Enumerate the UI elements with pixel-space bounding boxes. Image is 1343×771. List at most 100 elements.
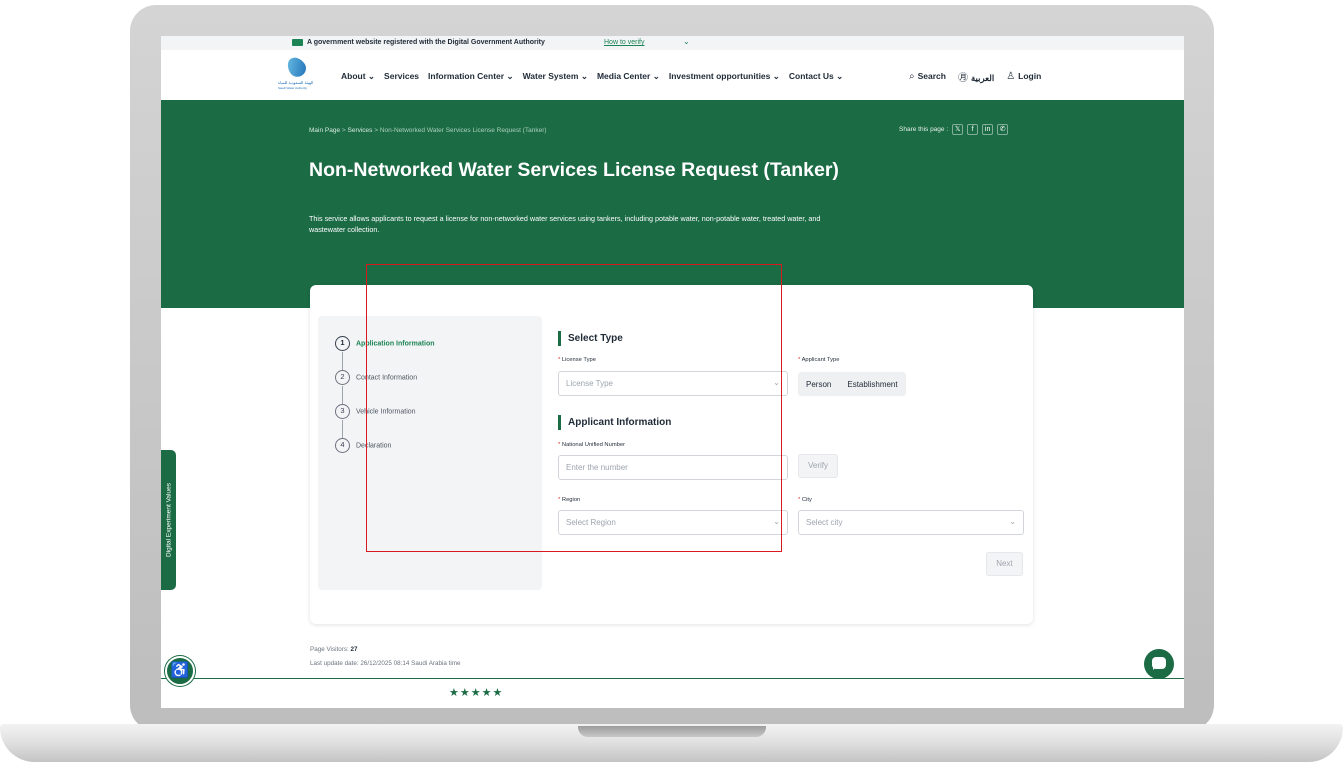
how-to-verify-link[interactable]: How to verify xyxy=(604,39,644,46)
step-contact-information[interactable]: 2 Contact Information xyxy=(335,370,417,385)
chevron-down-icon: ⌄ xyxy=(506,71,514,81)
user-icon: ♙ xyxy=(1006,71,1016,82)
license-type-placeholder: License Type xyxy=(566,379,613,388)
step-number: 2 xyxy=(335,370,350,385)
saudi-flag-icon xyxy=(292,39,303,46)
logo-arabic-text: الهيئة السعودية للمياه xyxy=(278,80,314,85)
page-visitors: Page Visitors: 27 xyxy=(310,643,461,657)
applicant-type-establishment[interactable]: Establishment xyxy=(839,380,905,389)
nav-contact-us[interactable]: Contact Us ⌄ xyxy=(789,71,843,82)
translate-icon: ㊊ xyxy=(957,73,968,84)
chevron-down-icon: ⌄ xyxy=(652,71,660,81)
nav-water-system[interactable]: Water System ⌄ xyxy=(523,71,588,82)
header-actions: ⌕ Search ㊊ العربية ♙ Login xyxy=(909,69,1041,84)
step-vehicle-information[interactable]: 3 Vehicle Information xyxy=(335,404,416,419)
saudi-water-authority-logo[interactable]: الهيئة السعودية للمياه Saudi Water Autho… xyxy=(276,53,316,93)
breadcrumb-home[interactable]: Main Page xyxy=(309,127,340,134)
service-form-card: 1 Application Information 2 Contact Inform… xyxy=(310,285,1033,624)
city-select[interactable]: Select city ⌄ xyxy=(798,510,1024,535)
nav-contact-us-label: Contact Us xyxy=(788,71,834,81)
required-mark: * xyxy=(798,497,801,503)
step-label: Declaration xyxy=(356,442,392,450)
search-button[interactable]: ⌕ Search xyxy=(909,71,946,82)
facebook-icon[interactable]: f xyxy=(967,124,979,135)
step-declaration[interactable]: 4 Declaration xyxy=(335,438,391,453)
chevron-down-icon: ⌄ xyxy=(772,71,780,81)
chevron-down-icon: ⌄ xyxy=(773,517,780,526)
required-mark: * xyxy=(558,497,561,503)
search-icon: ⌕ xyxy=(909,71,915,82)
breadcrumb-services[interactable]: Services xyxy=(348,127,373,134)
chevron-down-icon: ⌄ xyxy=(836,71,844,81)
page-title: Non-Networked Water Services License Req… xyxy=(309,159,839,181)
accessibility-icon[interactable]: ♿ xyxy=(165,656,195,686)
last-update-date: Last update date: 26/12/2025 08:14 Saudi… xyxy=(310,660,461,667)
whatsapp-icon[interactable]: ✆ xyxy=(997,124,1009,135)
laptop-mockup: A government website registered with the… xyxy=(0,0,1343,771)
language-label: العربية xyxy=(970,73,995,83)
page-hero: Main Page > Services > Non-Networked Wat… xyxy=(161,100,1184,308)
login-button[interactable]: ♙ Login xyxy=(1006,71,1041,82)
nav-services-label: Services xyxy=(384,71,420,81)
breadcrumb: Main Page > Services > Non-Networked Wat… xyxy=(309,127,547,134)
applicant-type-label-text: Applicant Type xyxy=(801,357,840,363)
nav-about[interactable]: About ⌄ xyxy=(341,71,375,82)
national-number-label: * National Unified Number xyxy=(558,442,625,448)
step-label: Application Information xyxy=(356,340,435,348)
chat-icon[interactable] xyxy=(1144,649,1174,679)
nav-investment-opportunities[interactable]: Investment opportunities ⌄ xyxy=(669,71,780,82)
chat-bubble-tail xyxy=(1153,667,1156,670)
national-number-label-text: National Unified Number xyxy=(561,442,626,448)
nav-water-system-label: Water System xyxy=(522,71,579,81)
license-type-label: * License Type xyxy=(558,357,596,363)
nav-services[interactable]: Services xyxy=(384,71,419,82)
page-footer-info: Page Visitors: 27 Last update date: 26/1… xyxy=(310,643,461,671)
applicant-type-person[interactable]: Person xyxy=(798,380,839,389)
water-drop-icon xyxy=(283,53,310,81)
share-bar: Share this page : 𝕏 f in ✆ xyxy=(899,124,1009,135)
step-label: Contact Information xyxy=(356,374,418,382)
step-number: 1 xyxy=(335,336,350,351)
license-type-label-text: License Type xyxy=(561,357,596,363)
national-number-placeholder: Enter the number xyxy=(566,463,628,472)
application-form: Select Type * License Type License Type … xyxy=(558,285,1033,624)
rating-stars[interactable]: ★★★★★ xyxy=(449,686,503,699)
page-description: This service allows applicants to reques… xyxy=(309,214,821,234)
verify-button[interactable]: Verify xyxy=(798,454,838,478)
nav-about-label: About xyxy=(341,71,366,81)
required-mark: * xyxy=(558,442,561,448)
search-label: Search xyxy=(917,71,946,81)
chevron-down-icon: ⌄ xyxy=(367,71,376,81)
national-number-input[interactable]: Enter the number xyxy=(558,455,788,480)
browser-screen: A government website registered with the… xyxy=(161,36,1184,708)
region-placeholder: Select Region xyxy=(566,518,616,527)
x-icon[interactable]: 𝕏 xyxy=(952,124,964,135)
gov-banner-text: A government website registered with the… xyxy=(307,39,545,46)
applicant-information-heading: Applicant Information xyxy=(558,415,671,430)
chevron-down-icon: ⌄ xyxy=(580,71,588,81)
breadcrumb-current: Non-Networked Water Services License Req… xyxy=(379,127,547,134)
nav-media-center[interactable]: Media Center ⌄ xyxy=(597,71,660,82)
language-switch[interactable]: ㊊ العربية xyxy=(958,69,994,84)
chevron-down-icon: ⌄ xyxy=(773,378,780,387)
city-label-text: City xyxy=(801,497,812,503)
nav-information-center-label: Information Center xyxy=(428,71,505,81)
linkedin-icon[interactable]: in xyxy=(982,124,994,135)
step-number: 4 xyxy=(335,438,350,453)
digital-experiment-tab[interactable]: Digital Experiment Values xyxy=(161,450,176,590)
chevron-down-icon[interactable]: ⌄ xyxy=(683,37,690,46)
step-application-information[interactable]: 1 Application Information xyxy=(335,336,435,351)
applicant-type-label: * Applicant Type xyxy=(798,357,839,363)
footer-divider xyxy=(161,678,1184,680)
steps-sidebar: 1 Application Information 2 Contact Inform… xyxy=(318,316,542,590)
site-header: الهيئة السعودية للمياه Saudi Water Autho… xyxy=(161,50,1184,100)
license-type-select[interactable]: License Type ⌄ xyxy=(558,371,788,396)
logo-english-text: Saudi Water Authority xyxy=(278,86,307,90)
nav-media-center-label: Media Center xyxy=(596,71,651,81)
chevron-down-icon: ⌄ xyxy=(1009,517,1016,526)
region-select[interactable]: Select Region ⌄ xyxy=(558,510,788,535)
nav-information-center[interactable]: Information Center ⌄ xyxy=(428,71,514,82)
page-visitors-count: 27 xyxy=(350,646,358,653)
next-button[interactable]: Next xyxy=(986,552,1023,576)
region-label-text: Region xyxy=(561,497,581,503)
